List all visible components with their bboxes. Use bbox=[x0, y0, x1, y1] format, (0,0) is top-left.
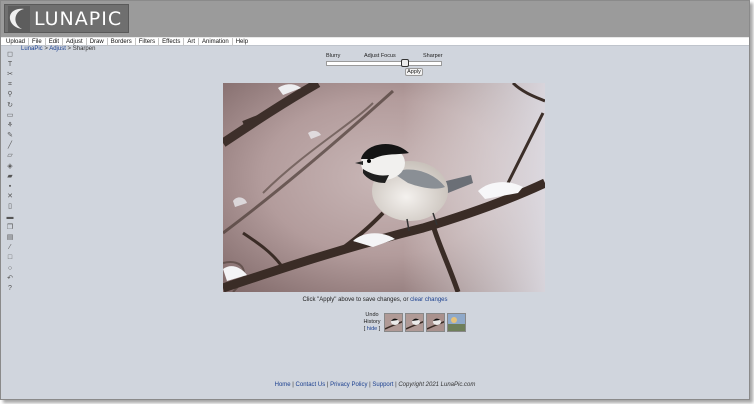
focus-adjust-panel: Blurry Adjust Focus Sharper Apply bbox=[324, 53, 446, 77]
focus-slider-track[interactable] bbox=[326, 61, 442, 66]
footer-privacy-link[interactable]: Privacy Policy bbox=[330, 382, 367, 388]
apply-button[interactable]: Apply bbox=[405, 68, 423, 76]
menu-borders[interactable]: Borders bbox=[108, 37, 136, 46]
history-thumbnail[interactable] bbox=[426, 313, 445, 332]
app-window: LUNAPIC Upload File Edit Adjust Draw Bor… bbox=[0, 0, 750, 400]
footer-copyright: Copyright 2021 LunaPic.com bbox=[398, 382, 476, 388]
print-icon[interactable]: ▬ bbox=[5, 212, 15, 222]
breadcrumb-separator: > bbox=[65, 46, 73, 52]
text-icon[interactable]: T bbox=[5, 59, 15, 69]
undo-history: Undo History [ hide ] bbox=[359, 312, 469, 334]
rectangle-icon[interactable]: □ bbox=[5, 253, 15, 263]
layer-icon[interactable]: ▭ bbox=[5, 110, 15, 120]
apply-hint-text: Click "Apply" above to save changes, or bbox=[302, 297, 411, 303]
pencil-icon[interactable]: ✎ bbox=[5, 131, 15, 141]
menu-art[interactable]: Art bbox=[184, 37, 199, 46]
hide-history-toggle: [ hide ] bbox=[363, 326, 381, 332]
header-bar: LUNAPIC bbox=[1, 1, 749, 37]
close-icon[interactable]: ✕ bbox=[5, 192, 15, 202]
history-thumbnail-image bbox=[448, 314, 465, 331]
menu-adjust[interactable]: Adjust bbox=[63, 37, 87, 46]
edited-photo[interactable] bbox=[223, 83, 545, 292]
apply-hint: Click "Apply" above to save changes, or … bbox=[1, 297, 749, 303]
moon-logo-icon bbox=[8, 5, 30, 32]
circle-icon[interactable]: ○ bbox=[5, 263, 15, 273]
zoom-icon[interactable]: ⚲ bbox=[5, 90, 15, 100]
footer-home-link[interactable]: Home bbox=[275, 382, 291, 388]
history-thumbnail[interactable] bbox=[405, 313, 424, 332]
logo-text: LUNAPIC bbox=[34, 7, 123, 30]
menu-draw[interactable]: Draw bbox=[87, 37, 108, 46]
history-thumbnail[interactable] bbox=[447, 313, 466, 332]
tool-sidebar: ◻ T ✂ ⌗ ⚲ ↻ ▭ ⚘ ✎ ╱ ▱ ◈ ▰ ▪ ✕ ▯ ▬ ❐ ▤ ⁄ … bbox=[4, 49, 16, 294]
breadcrumb-adjust[interactable]: Adjust bbox=[49, 46, 66, 52]
hide-history-link[interactable]: hide bbox=[367, 326, 377, 332]
slider-label-sharper: Sharper bbox=[423, 53, 443, 59]
history-thumbnail-image bbox=[385, 314, 402, 331]
footer-support-link[interactable]: Support bbox=[372, 382, 393, 388]
select-icon[interactable]: ◻ bbox=[5, 49, 15, 59]
logo[interactable]: LUNAPIC bbox=[4, 4, 129, 33]
menu-edit[interactable]: Edit bbox=[46, 37, 64, 46]
menu-bar: Upload File Edit Adjust Draw Borders Fil… bbox=[1, 37, 749, 46]
focus-slider-handle[interactable] bbox=[400, 59, 409, 67]
footer-contact-link[interactable]: Contact Us bbox=[296, 382, 326, 388]
menu-upload[interactable]: Upload bbox=[3, 37, 30, 46]
copy-icon[interactable]: ❐ bbox=[5, 222, 15, 232]
crop-icon[interactable]: ⌗ bbox=[5, 80, 15, 90]
menu-animation[interactable]: Animation bbox=[199, 37, 233, 46]
chickadee-photo-image bbox=[223, 83, 545, 292]
paste-icon[interactable]: ▤ bbox=[5, 232, 15, 242]
history-thumbnail-image bbox=[406, 314, 423, 331]
footer: Home | Contact Us | Privacy Policy | Sup… bbox=[1, 382, 749, 388]
page-icon[interactable]: ▯ bbox=[5, 202, 15, 212]
rotate-icon[interactable]: ↻ bbox=[5, 100, 15, 110]
history-thumbnail[interactable] bbox=[384, 313, 403, 332]
breadcrumb-current: Sharpen bbox=[72, 46, 96, 52]
undo-history-label: Undo History [ hide ] bbox=[361, 312, 383, 333]
breadcrumb: LunaPic > Adjust > Sharpen bbox=[21, 46, 95, 52]
history-label: History bbox=[363, 319, 381, 325]
eyedropper-icon[interactable]: ╱ bbox=[5, 141, 15, 151]
menu-filters[interactable]: Filters bbox=[136, 37, 160, 46]
brush-icon[interactable]: ⚘ bbox=[5, 120, 15, 130]
menu-effects[interactable]: Effects bbox=[159, 37, 185, 46]
history-thumbnail-image bbox=[427, 314, 444, 331]
menu-help[interactable]: Help bbox=[233, 38, 251, 46]
folder-icon[interactable]: ▱ bbox=[5, 151, 15, 161]
scissors-icon[interactable]: ✂ bbox=[5, 69, 15, 79]
undo-label: Undo bbox=[365, 312, 379, 318]
breadcrumb-lunapic[interactable]: LunaPic bbox=[21, 46, 43, 52]
clear-changes-link[interactable]: clear changes bbox=[410, 297, 447, 303]
help-icon[interactable]: ? bbox=[5, 283, 15, 293]
save-icon[interactable]: ▪ bbox=[5, 181, 15, 191]
slider-label-blurry: Blurry bbox=[326, 53, 341, 59]
menu-file[interactable]: File bbox=[29, 37, 46, 46]
slider-title: Adjust Focus bbox=[364, 53, 396, 59]
undo-icon[interactable]: ↶ bbox=[5, 273, 15, 283]
line-icon[interactable]: ⁄ bbox=[5, 243, 15, 253]
stamp-icon[interactable]: ▰ bbox=[5, 171, 15, 181]
eraser-icon[interactable]: ◈ bbox=[5, 161, 15, 171]
